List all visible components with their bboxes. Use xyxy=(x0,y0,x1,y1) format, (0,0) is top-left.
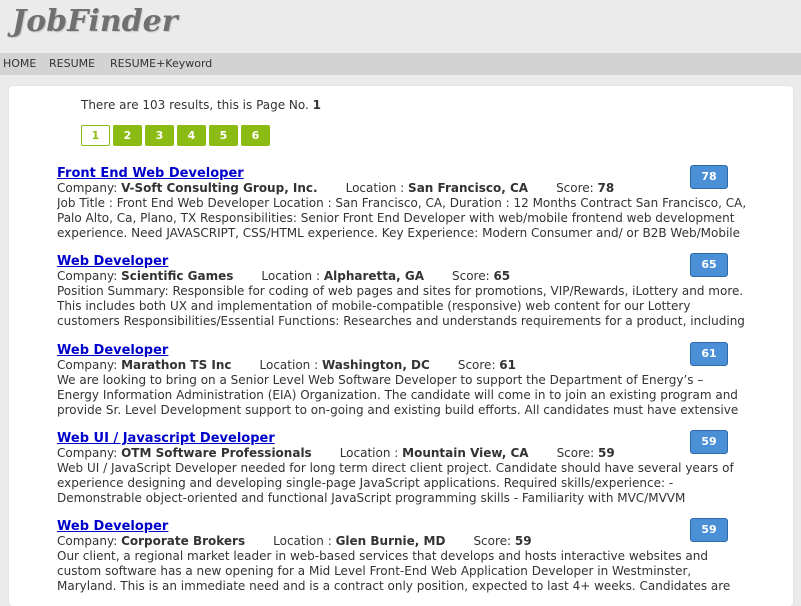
job-meta: Company: OTM Software Professionals Locat… xyxy=(57,446,615,461)
job-meta: Company: Marathon TS Inc Location : Washi… xyxy=(57,358,516,373)
location-label: Location : xyxy=(345,181,409,195)
score-badge[interactable]: 65 xyxy=(690,253,728,277)
current-page-number: 1 xyxy=(312,98,322,112)
results-panel: There are 103 results, this is Page No. … xyxy=(9,86,793,606)
score-value: 78 xyxy=(597,181,615,195)
score-label: Score: xyxy=(473,534,515,548)
company-label: Company: xyxy=(57,181,122,195)
job-description: Our client, a regional market leader in … xyxy=(57,549,731,593)
score-value: 59 xyxy=(514,534,532,548)
job-meta: Company: Scientific Games Location : Alph… xyxy=(57,269,510,284)
page-button-2[interactable]: 2 xyxy=(113,125,142,146)
results-summary: There are 103 results, this is Page No. … xyxy=(81,98,321,112)
location-label: Location : xyxy=(273,534,336,548)
company-label: Company: xyxy=(57,358,122,372)
page-button-3[interactable]: 3 xyxy=(145,125,174,146)
job-description: Job Title : Front End Web Developer Loca… xyxy=(57,196,747,240)
app-logo: JobFinder xyxy=(12,4,178,39)
score-label: Score: xyxy=(556,181,598,195)
company-name: OTM Software Professionals xyxy=(121,446,312,460)
company-label: Company: xyxy=(57,269,122,283)
company-name: Marathon TS Inc xyxy=(121,358,232,372)
job-title-link[interactable]: Web Developer xyxy=(57,254,168,270)
page-button-5[interactable]: 5 xyxy=(209,125,238,146)
location-value: Washington, DC xyxy=(321,358,430,372)
company-name: Scientific Games xyxy=(121,269,234,283)
top-nav: HOME RESUME RESUME+Keyword xyxy=(0,53,801,75)
job-title-link[interactable]: Web UI / Javascript Developer xyxy=(57,431,275,447)
job-title-link[interactable]: Web Developer xyxy=(57,519,168,535)
job-title-link[interactable]: Web Developer xyxy=(57,343,168,359)
results-summary-text: There are 103 results, this is Page No. xyxy=(81,98,313,112)
company-name: Corporate Brokers xyxy=(121,534,246,548)
job-description: Web UI / JavaScript Developer needed for… xyxy=(57,461,734,505)
location-label: Location : xyxy=(339,446,403,460)
score-value: 65 xyxy=(493,269,511,283)
job-description: We are looking to bring on a Senior Leve… xyxy=(57,373,739,417)
job-meta: Company: V-Soft Consulting Group, Inc. Lo… xyxy=(57,181,614,196)
location-value: Glen Burnie, MD xyxy=(335,534,446,548)
page-button-1[interactable]: 1 xyxy=(81,125,110,146)
location-label: Location : xyxy=(261,269,324,283)
score-badge[interactable]: 59 xyxy=(690,518,728,542)
job-description: Position Summary: Responsible for coding… xyxy=(57,284,745,328)
company-label: Company: xyxy=(57,446,122,460)
page-button-6[interactable]: 6 xyxy=(241,125,270,146)
score-value: 61 xyxy=(499,358,516,372)
page-button-4[interactable]: 4 xyxy=(177,125,206,146)
score-label: Score: xyxy=(457,358,500,372)
score-badge[interactable]: 59 xyxy=(690,430,728,454)
score-label: Score: xyxy=(556,446,599,460)
job-title-link[interactable]: Front End Web Developer xyxy=(57,166,244,182)
nav-resume-keyword-link[interactable]: RESUME+Keyword xyxy=(110,58,212,70)
company-name: V-Soft Consulting Group, Inc. xyxy=(121,181,318,195)
location-label: Location : xyxy=(259,358,322,372)
score-label: Score: xyxy=(451,269,494,283)
score-badge[interactable]: 78 xyxy=(690,165,728,189)
location-value: Mountain View, CA xyxy=(402,446,529,460)
score-value: 59 xyxy=(598,446,615,460)
nav-home-link[interactable]: HOME xyxy=(3,58,36,70)
location-value: San Francisco, CA xyxy=(408,181,529,195)
location-value: Alpharetta, GA xyxy=(323,269,424,283)
nav-resume-link[interactable]: RESUME xyxy=(49,58,95,70)
company-label: Company: xyxy=(57,534,122,548)
job-meta: Company: Corporate Brokers Location : Gle… xyxy=(57,534,532,549)
score-badge[interactable]: 61 xyxy=(690,342,728,366)
